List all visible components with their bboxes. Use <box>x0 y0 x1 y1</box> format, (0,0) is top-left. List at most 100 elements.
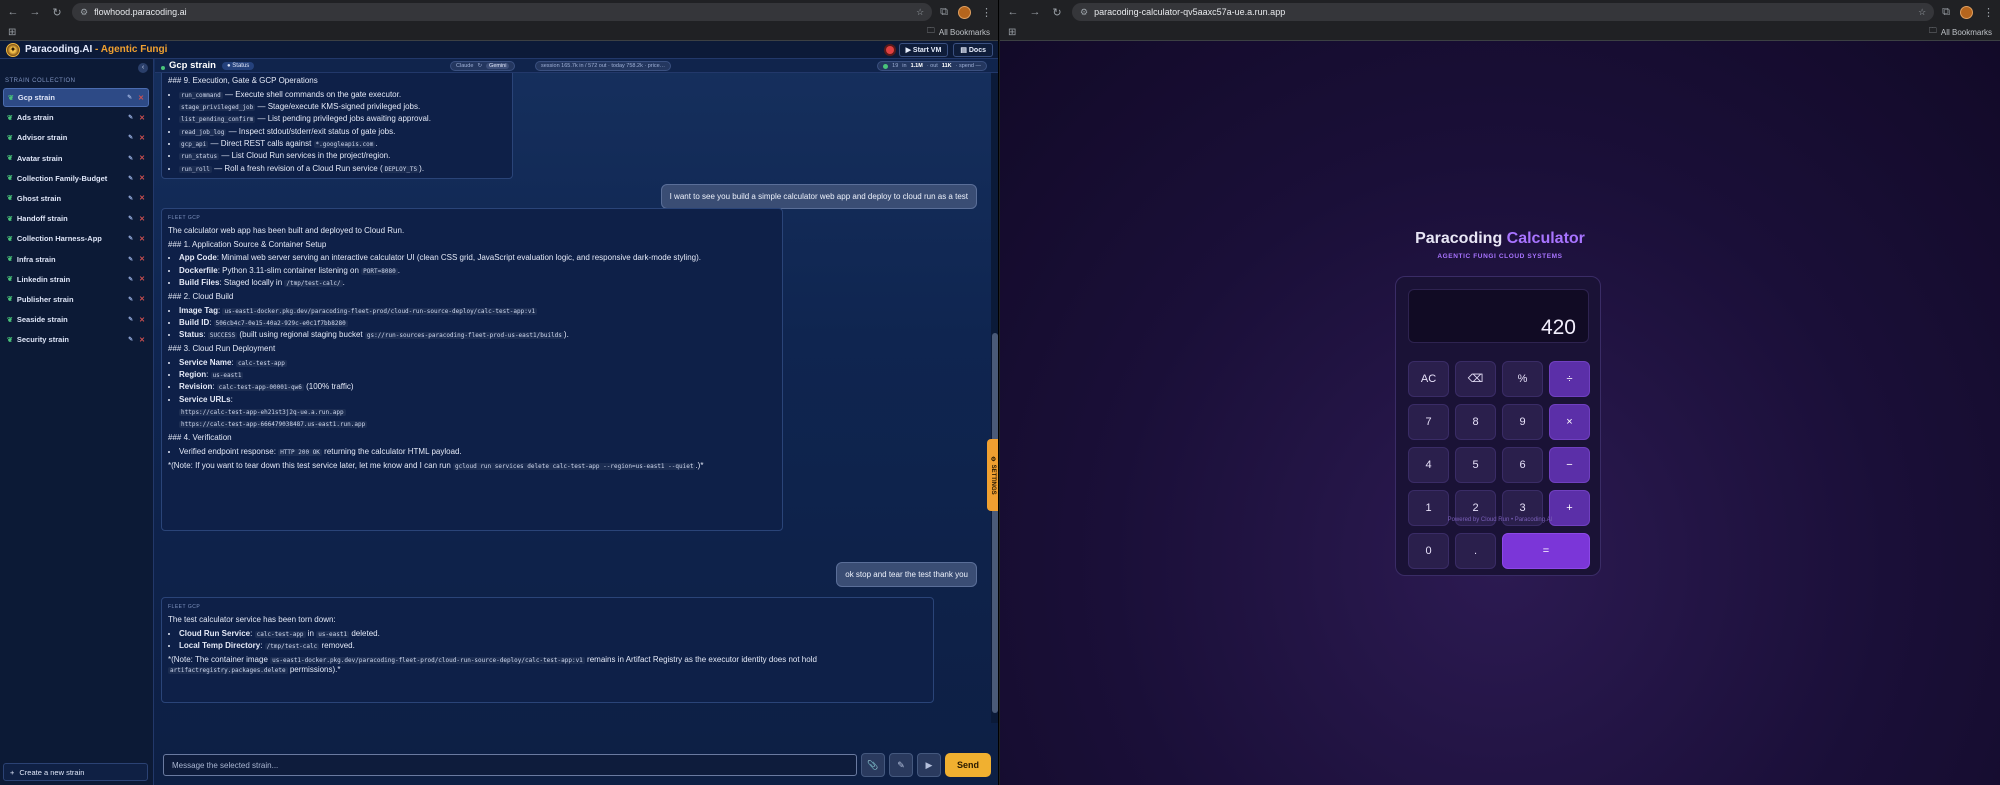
attach-icon[interactable]: 📎 <box>861 753 885 777</box>
edit-icon[interactable]: ✎ <box>128 316 133 323</box>
edit-icon[interactable]: ✎ <box>128 175 133 182</box>
edit-icon[interactable]: ✎ <box>128 296 133 303</box>
delete-icon[interactable]: ✕ <box>139 134 145 142</box>
calc-key[interactable]: 5 <box>1455 447 1496 483</box>
sidebar-strain-item[interactable]: ❦ Avatar strain ✎ ✕ <box>3 149 149 168</box>
delete-icon[interactable]: ✕ <box>138 94 144 102</box>
calc-key[interactable]: . <box>1455 533 1496 569</box>
calc-key[interactable]: − <box>1549 447 1590 483</box>
sidebar-strain-item[interactable]: ❦ Ghost strain ✎ ✕ <box>3 189 149 208</box>
calc-key[interactable]: 4 <box>1408 447 1449 483</box>
apps-icon[interactable]: ⊞ <box>8 27 16 38</box>
all-bookmarks-button[interactable]: 🗀 All Bookmarks <box>927 25 990 39</box>
list-item: Dockerfile: Python 3.11-slim container l… <box>179 266 776 277</box>
forward-icon[interactable]: → <box>28 6 42 18</box>
delete-icon[interactable]: ✕ <box>139 316 145 324</box>
back-icon[interactable]: ← <box>6 6 20 18</box>
sidebar-strain-item[interactable]: ❦ Advisor strain ✎ ✕ <box>3 128 149 147</box>
service-url-link[interactable]: https://calc-test-app-666479038487.us-ea… <box>179 421 368 429</box>
bookmark-star-icon[interactable]: ☆ <box>1918 7 1926 18</box>
delete-icon[interactable]: ✕ <box>139 154 145 162</box>
sidebar-strain-item[interactable]: ❦ Seaside strain ✎ ✕ <box>3 310 149 329</box>
profile-avatar[interactable] <box>958 5 971 19</box>
calc-key[interactable]: 8 <box>1455 404 1496 440</box>
settings-tab[interactable]: ⚙ SETTINGS <box>987 439 998 511</box>
status-button[interactable]: ● Status <box>222 61 255 70</box>
wand-icon[interactable]: ✎ <box>889 753 913 777</box>
chat-scrollbar[interactable] <box>991 73 998 723</box>
extensions-icon[interactable]: ⧉ <box>940 6 948 19</box>
create-strain-button[interactable]: + Create a new strain <box>3 763 148 781</box>
delete-icon[interactable]: ✕ <box>139 336 145 344</box>
sidebar-strain-item[interactable]: ❦ Ads strain ✎ ✕ <box>3 108 149 127</box>
sidebar-strain-item[interactable]: ❦ Publisher strain ✎ ✕ <box>3 290 149 309</box>
delete-icon[interactable]: ✕ <box>139 114 145 122</box>
edit-icon[interactable]: ✎ <box>127 94 132 101</box>
service-url-link[interactable]: https://calc-test-app-eh21st3j2q-ue.a.ru… <box>179 408 346 416</box>
left-url[interactable]: flowhood.paracoding.ai <box>94 7 910 17</box>
model-gemini[interactable]: Gemini <box>486 63 510 69</box>
edit-icon[interactable]: ✎ <box>128 195 133 202</box>
back-icon[interactable]: ← <box>1006 6 1020 18</box>
calc-key[interactable]: 0 <box>1408 533 1449 569</box>
start-vm-button[interactable]: ▶ Start VM <box>898 42 949 57</box>
bookmark-star-icon[interactable]: ☆ <box>916 7 924 18</box>
delete-icon[interactable]: ✕ <box>139 275 145 283</box>
calc-key[interactable]: × <box>1549 404 1590 440</box>
site-info-icon[interactable]: ⚙ <box>1080 7 1088 18</box>
right-url[interactable]: paracoding-calculator-qv5aaxc57a-ue.a.ru… <box>1094 7 1912 17</box>
site-info-icon[interactable]: ⚙ <box>80 7 88 18</box>
left-address-bar[interactable]: ⚙ flowhood.paracoding.ai ☆ <box>72 3 933 21</box>
edit-icon[interactable]: ✎ <box>128 114 133 121</box>
sidebar-strain-item[interactable]: ❦ Gcp strain ✎ ✕ <box>3 88 149 107</box>
calc-key[interactable]: 9 <box>1502 404 1543 440</box>
edit-icon[interactable]: ✎ <box>128 256 133 263</box>
edit-icon[interactable]: ✎ <box>128 276 133 283</box>
edit-icon[interactable]: ✎ <box>128 134 133 141</box>
delete-icon[interactable]: ✕ <box>139 235 145 243</box>
model-switch[interactable]: Claude ↻ Gemini <box>450 61 516 71</box>
menu-icon[interactable]: ⋮ <box>981 6 992 19</box>
calc-key[interactable]: % <box>1502 361 1543 397</box>
edit-icon[interactable]: ✎ <box>128 336 133 343</box>
all-bookmarks-button[interactable]: 🗀 All Bookmarks <box>1929 25 1992 39</box>
sidebar-strain-item[interactable]: ❦ Infra strain ✎ ✕ <box>3 250 149 269</box>
delete-icon[interactable]: ✕ <box>139 255 145 263</box>
apps-icon[interactable]: ⊞ <box>1008 27 1016 38</box>
sidebar-strain-item[interactable]: ❦ Linkedin strain ✎ ✕ <box>3 270 149 289</box>
edit-icon[interactable]: ✎ <box>128 215 133 222</box>
delete-icon[interactable]: ✕ <box>139 215 145 223</box>
item-text: : Python 3.11-slim container listening o… <box>217 265 362 275</box>
item-text: (100% traffic) <box>303 382 354 392</box>
model-claude[interactable]: Claude <box>456 63 473 69</box>
message-input[interactable]: Message the selected strain... <box>163 754 857 776</box>
sidebar-strain-item[interactable]: ❦ Handoff strain ✎ ✕ <box>3 209 149 228</box>
sidebar-strain-item[interactable]: ❦ Security strain ✎ ✕ <box>3 330 149 349</box>
edit-icon[interactable]: ✎ <box>128 155 133 162</box>
play-icon[interactable]: ▶ <box>917 753 941 777</box>
collapse-sidebar-icon[interactable]: ‹ <box>138 63 148 73</box>
calc-key[interactable]: ⌫ <box>1455 361 1496 397</box>
calc-key[interactable]: 7 <box>1408 404 1449 440</box>
profile-avatar[interactable] <box>1960 5 1973 19</box>
calc-key[interactable]: = <box>1502 533 1590 569</box>
calc-key[interactable]: ÷ <box>1549 361 1590 397</box>
docs-button[interactable]: ▤ Docs <box>953 42 993 57</box>
strain-label: Linkedin strain <box>16 274 71 284</box>
delete-icon[interactable]: ✕ <box>139 295 145 303</box>
delete-icon[interactable]: ✕ <box>139 174 145 182</box>
send-button[interactable]: Send <box>945 753 991 777</box>
menu-icon[interactable]: ⋮ <box>1983 6 1994 19</box>
edit-icon[interactable]: ✎ <box>128 235 133 242</box>
calc-key[interactable]: AC <box>1408 361 1449 397</box>
sidebar-strain-item[interactable]: ❦ Collection Harness-App ✎ ✕ <box>3 229 149 248</box>
right-address-bar[interactable]: ⚙ paracoding-calculator-qv5aaxc57a-ue.a.… <box>1072 3 1935 21</box>
calc-key[interactable]: 6 <box>1502 447 1543 483</box>
scrollbar-thumb[interactable] <box>992 333 998 713</box>
forward-icon[interactable]: → <box>1028 6 1042 18</box>
reload-icon[interactable]: ↻ <box>50 6 64 19</box>
sidebar-strain-item[interactable]: ❦ Collection Family-Budget ✎ ✕ <box>3 169 149 188</box>
extensions-icon[interactable]: ⧉ <box>1942 6 1950 19</box>
delete-icon[interactable]: ✕ <box>139 194 145 202</box>
reload-icon[interactable]: ↻ <box>1050 6 1064 19</box>
